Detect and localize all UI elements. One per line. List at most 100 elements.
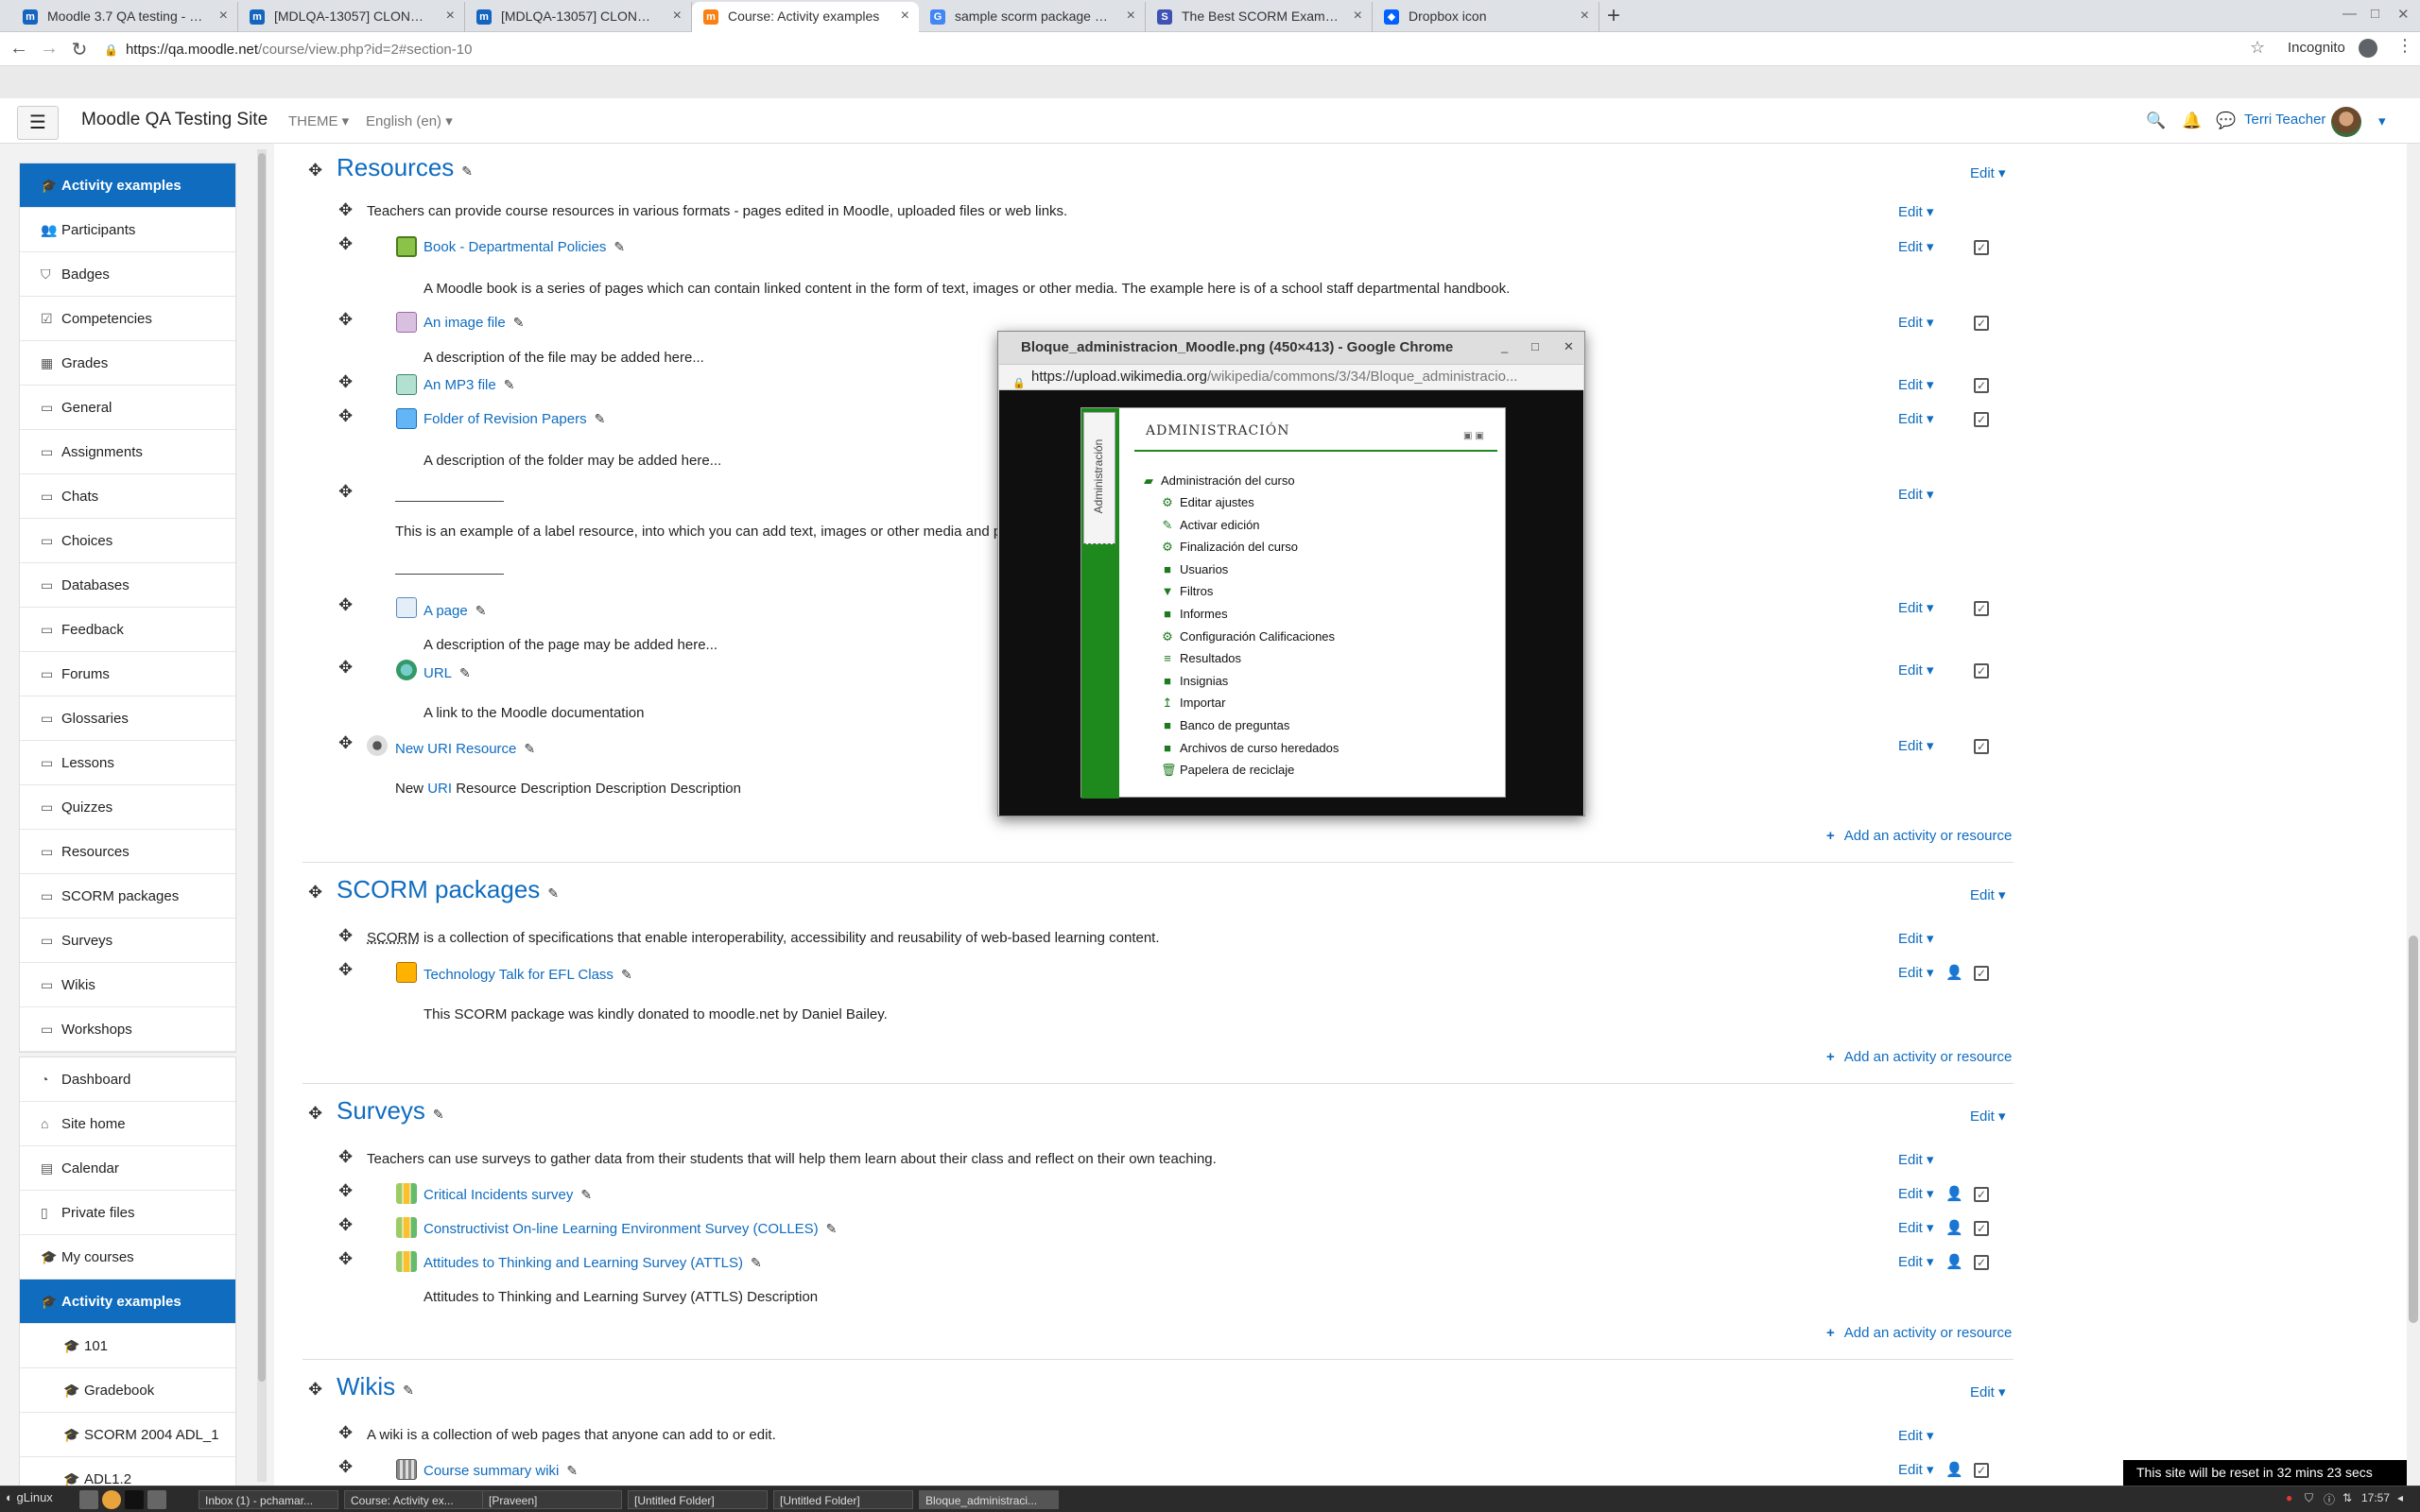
sidebar-item-dashboard[interactable]: ◔ Dashboard [20,1057,235,1102]
edit-menu[interactable]: Edit ▾ [1898,1253,1934,1270]
pencil-icon[interactable]: ✎ [459,665,471,680]
move-icon[interactable]: ✥ [338,482,353,502]
edit-menu[interactable]: Edit ▾ [1898,1461,1934,1478]
browser-tab[interactable]: m [MDLQA-13057] CLONE - A t × [465,2,692,32]
sidebar-item-participants[interactable]: 👥 Participants [20,208,235,252]
tray-network-icon[interactable]: ⇅ [2342,1491,2352,1504]
pencil-icon[interactable]: ✎ [475,603,487,618]
completion-checkbox-icon[interactable]: ✓ [1974,663,1989,679]
pencil-icon[interactable]: ✎ [751,1255,762,1270]
tray-info-icon[interactable]: ⓘ [2324,1491,2335,1507]
tab-close-icon[interactable]: × [1354,2,1362,30]
sidebar-item-assignments[interactable]: ▭ Assignments [20,430,235,474]
pencil-icon[interactable]: ✎ [547,885,559,901]
close-icon[interactable]: ✕ [1564,339,1574,354]
section-title[interactable]: Surveys ✎ [337,1096,444,1125]
reload-icon[interactable]: ↻ [68,38,91,61]
move-icon[interactable]: ✥ [338,234,353,254]
taskbar-window-button[interactable]: Inbox (1) - pchamar... [199,1490,338,1509]
edit-menu[interactable]: Edit ▾ [1898,238,1934,255]
tab-close-icon[interactable]: × [219,2,228,30]
move-icon[interactable]: ✥ [308,161,322,180]
sidebar-item-scorm-2004-adl-1[interactable]: 🎓 SCORM 2004 ADL_1 [20,1413,235,1457]
edit-menu[interactable]: Edit ▾ [1898,1185,1934,1202]
completion-checkbox-icon[interactable]: ✓ [1974,240,1989,255]
new-tab-icon[interactable]: + [1599,2,1628,30]
pencil-icon[interactable]: ✎ [513,315,525,330]
activity-link[interactable]: Folder of Revision Papers ✎ [424,411,605,427]
sidebar-item-quizzes[interactable]: ▭ Quizzes [20,785,235,830]
activity-link[interactable]: Book - Departmental Policies ✎ [424,239,625,255]
sidebar-item-101[interactable]: 🎓 101 [20,1324,235,1368]
activity-link[interactable]: New URI Resource ✎ [395,741,535,757]
edit-menu[interactable]: Edit ▾ [1898,737,1934,754]
section-title[interactable]: Wikis ✎ [337,1372,414,1401]
completion-checkbox-icon[interactable]: ✓ [1974,1221,1989,1236]
activity-link[interactable]: Course summary wiki ✎ [424,1463,578,1479]
sidebar-item-feedback[interactable]: ▭ Feedback [20,608,235,652]
folder-icon[interactable] [147,1490,166,1509]
pencil-icon[interactable]: ✎ [595,411,606,426]
section-title[interactable]: SCORM packages ✎ [337,875,559,904]
browser-menu-icon[interactable]: ⋮ [2396,36,2413,56]
drawer-toggle-button[interactable]: ☰ [17,106,59,140]
tray-status-icon[interactable]: ● [2286,1491,2292,1504]
edit-menu[interactable]: Edit ▾ [1898,314,1934,331]
completion-checkbox-icon[interactable]: ✓ [1974,739,1989,754]
edit-menu[interactable]: Edit ▾ [1898,1219,1934,1236]
move-icon[interactable]: ✥ [338,595,353,615]
sidebar-item-resources[interactable]: ▭ Resources [20,830,235,874]
add-activity-button[interactable]: + Add an activity or resource [1826,828,2012,844]
chrome-icon[interactable] [102,1490,121,1509]
maximize-icon[interactable]: □ [1531,339,1539,353]
taskbar-window-button[interactable]: Course: Activity ex... [344,1490,484,1509]
section-edit-menu[interactable]: Edit ▾ [1970,1383,2006,1400]
incognito-icon[interactable] [2359,39,2377,58]
sidebar-item-forums[interactable]: ▭ Forums [20,652,235,696]
move-icon[interactable]: ✥ [338,406,353,426]
back-icon[interactable]: ← [8,38,30,60]
taskbar-window-button[interactable]: Bloque_administraci... [919,1490,1059,1509]
sidebar-item-scorm-packages[interactable]: ▭ SCORM packages [20,874,235,919]
user-icon[interactable]: 👤 [1945,1185,1963,1202]
completion-checkbox-icon[interactable]: ✓ [1974,1255,1989,1270]
completion-checkbox-icon[interactable]: ✓ [1974,1463,1989,1478]
activity-link[interactable]: Attitudes to Thinking and Learning Surve… [424,1255,762,1271]
bell-icon[interactable]: 🔔 [2182,112,2202,130]
language-menu[interactable]: English (en) ▾ [366,112,453,129]
tray-shield-icon[interactable]: ⛉ [2305,1491,2313,1505]
edit-menu[interactable]: Edit ▾ [1898,486,1934,503]
move-icon[interactable]: ✥ [338,926,353,946]
site-name[interactable]: Moodle QA Testing Site [81,110,268,130]
browser-tab[interactable]: ◆ Dropbox icon × [1373,2,1599,32]
section-title[interactable]: Resources ✎ [337,153,473,182]
search-icon[interactable]: 🔍 [2146,112,2166,130]
taskbar-window-button[interactable]: [Praveen] [482,1490,622,1509]
tray-volume-icon[interactable]: ◂ [2397,1491,2403,1504]
activity-link[interactable]: URL ✎ [424,665,471,681]
user-name[interactable]: Terri Teacher [2244,112,2325,128]
sidebar-item-surveys[interactable]: ▭ Surveys [20,919,235,963]
main-scrollbar-thumb[interactable] [2409,936,2418,1323]
sidebar-item-private-files[interactable]: ▯ Private files [20,1191,235,1235]
add-activity-button[interactable]: + Add an activity or resource [1826,1325,2012,1341]
terminal-icon[interactable] [125,1490,144,1509]
pencil-icon[interactable]: ✎ [524,741,535,756]
sidebar-item-activity-examples[interactable]: 🎓 Activity examples [20,1280,235,1324]
move-icon[interactable]: ✥ [338,960,353,980]
sidebar-item-chats[interactable]: ▭ Chats [20,474,235,519]
user-icon[interactable]: 👤 [1945,1461,1963,1478]
maximize-window-icon[interactable]: □ [2371,6,2379,22]
add-activity-button[interactable]: + Add an activity or resource [1826,1049,2012,1065]
section-edit-menu[interactable]: Edit ▾ [1970,886,2006,903]
user-icon[interactable]: 👤 [1945,1253,1963,1270]
move-icon[interactable]: ✥ [338,658,353,678]
pencil-icon[interactable]: ✎ [566,1463,578,1478]
browser-tab[interactable]: m Course: Activity examples × [692,2,919,32]
close-window-icon[interactable]: ✕ [2397,6,2410,23]
pencil-icon[interactable]: ✎ [580,1187,592,1202]
sidebar-item-wikis[interactable]: ▭ Wikis [20,963,235,1007]
browser-tab[interactable]: m Moodle 3.7 QA testing - Mood × [11,2,238,32]
activity-link[interactable]: Technology Talk for EFL Class ✎ [424,967,632,983]
edit-menu[interactable]: Edit ▾ [1898,203,1934,220]
